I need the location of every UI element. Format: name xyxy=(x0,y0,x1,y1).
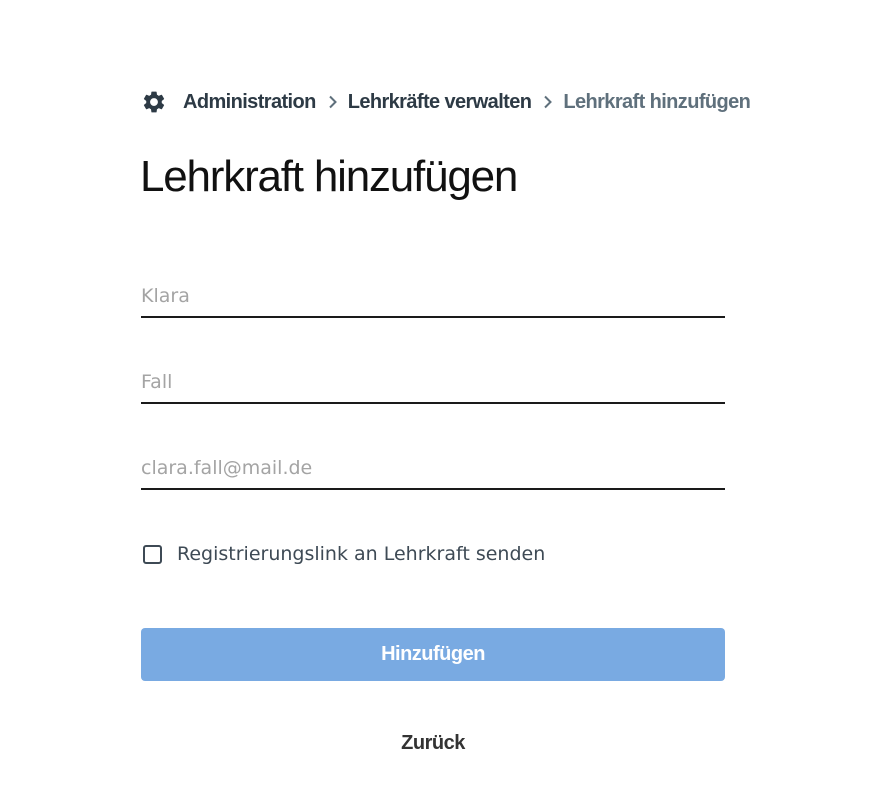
send-registration-link-checkbox[interactable] xyxy=(143,544,162,564)
page-title: Lehrkraft hinzufügen xyxy=(140,152,518,201)
breadcrumb: Administration Lehrkräfte verwalten Lehr… xyxy=(141,86,751,118)
email-input[interactable] xyxy=(141,448,725,488)
breadcrumb-item-administration[interactable]: Administration xyxy=(183,91,316,114)
chevron-right-icon xyxy=(543,95,553,109)
last-name-field xyxy=(141,362,725,404)
first-name-input[interactable] xyxy=(141,276,725,316)
first-name-field xyxy=(141,276,725,318)
email-field xyxy=(141,448,725,490)
add-teacher-button[interactable]: Hinzufügen xyxy=(141,628,725,681)
gear-icon xyxy=(141,89,167,115)
chevron-right-icon xyxy=(328,95,338,109)
breadcrumb-item-current: Lehrkraft hinzufügen xyxy=(563,90,751,113)
back-link[interactable]: Zurück xyxy=(141,732,725,755)
breadcrumb-item-lehrkraefte-verwalten[interactable]: Lehrkräfte verwalten xyxy=(348,91,532,114)
last-name-input[interactable] xyxy=(141,362,725,402)
send-registration-link-option[interactable]: Registrierungslink an Lehrkraft senden xyxy=(143,540,545,568)
send-registration-link-label: Registrierungslink an Lehrkraft senden xyxy=(177,543,546,565)
